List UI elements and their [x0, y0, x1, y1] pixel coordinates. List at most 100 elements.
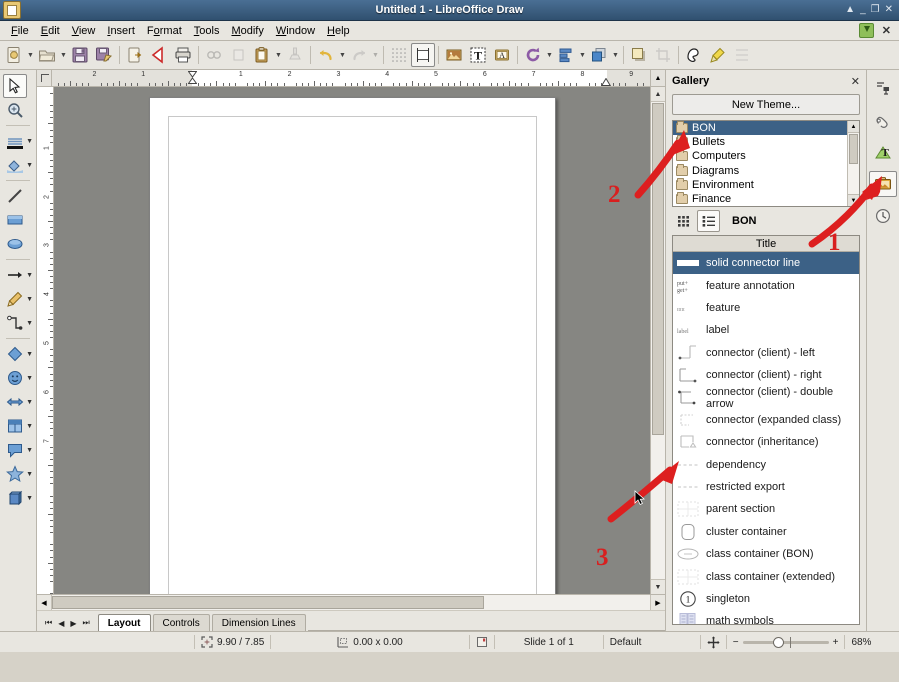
gallery-icon-view-button[interactable] — [672, 210, 695, 232]
theme-scroll-thumb[interactable] — [849, 134, 858, 164]
gallery-item-row[interactable]: class container (BON) — [673, 543, 859, 565]
navigator-icon[interactable] — [869, 75, 897, 101]
export-directly-pdf-button[interactable] — [147, 43, 171, 67]
align-objects-button[interactable] — [554, 43, 578, 67]
export-pdf-button[interactable] — [123, 43, 147, 67]
scroll-left-button[interactable]: ◀ — [37, 595, 52, 610]
minimize-window-button[interactable]: _ — [860, 5, 866, 15]
3d-objects-tool[interactable]: ▼ — [1, 486, 35, 510]
insert-special-character-button[interactable]: A — [490, 43, 514, 67]
save-button[interactable] — [68, 43, 92, 67]
menu-format[interactable]: Format — [141, 23, 188, 39]
paste-button[interactable] — [250, 43, 274, 67]
menu-tools[interactable]: Tools — [188, 23, 226, 39]
shadow-button[interactable] — [627, 43, 651, 67]
shade-window-button[interactable]: ▲ — [845, 5, 855, 15]
gallery-item-row[interactable]: connector (client) - right — [673, 364, 859, 386]
vertical-ruler[interactable]: 1 2 3 4 5 6 7 — [37, 87, 54, 594]
zoom-slider[interactable]: − + — [727, 636, 845, 648]
canvas-scroll-up-button[interactable]: ▲ — [650, 70, 665, 86]
scroll-right-button[interactable]: ▶ — [650, 595, 665, 610]
gallery-item-row[interactable]: connector (inheritance) — [673, 431, 859, 453]
zoom-tool[interactable] — [1, 98, 35, 122]
canvas[interactable] — [54, 87, 650, 594]
close-document-button[interactable]: ✕ — [882, 24, 891, 37]
rectangle-tool[interactable] — [1, 208, 35, 232]
gallery-item-row[interactable]: connector (client) - double arrow — [673, 386, 859, 410]
layer-tab-dimension-lines[interactable]: Dimension Lines — [211, 614, 306, 631]
highlight-button[interactable] — [706, 43, 730, 67]
gallery-item-row[interactable]: put+ get+ feature annotation — [673, 274, 859, 296]
gallery-list-view-button[interactable] — [697, 210, 720, 232]
basic-shapes-tool[interactable]: ▼ — [1, 342, 35, 366]
gallery-item-row[interactable]: math symbols — [673, 610, 859, 624]
print-button[interactable] — [171, 43, 195, 67]
gallery-theme-item[interactable]: Bullets — [673, 135, 847, 149]
gallery-item-row[interactable]: connector (expanded class) — [673, 409, 859, 431]
maximize-window-button[interactable]: ❐ — [871, 5, 880, 15]
gallery-icon[interactable] — [869, 171, 897, 197]
new-document-button[interactable] — [2, 43, 26, 67]
stars-tool[interactable]: ▼ — [1, 462, 35, 486]
insert-text-box-button[interactable]: T — [466, 43, 490, 67]
line-color-tool[interactable]: ▼ — [1, 129, 35, 153]
vertical-scroll-track[interactable] — [651, 102, 665, 579]
download-update-icon[interactable] — [858, 23, 874, 38]
shapes-icon[interactable] — [869, 107, 897, 133]
clock-icon[interactable] — [869, 203, 897, 229]
gallery-theme-item[interactable]: Computers — [673, 149, 847, 163]
layer-first-button[interactable]: ⏮ — [45, 618, 52, 628]
open-document-button[interactable] — [35, 43, 59, 67]
fill-color-tool[interactable]: ▼ — [1, 153, 35, 177]
menu-file[interactable]: File — [5, 23, 35, 39]
rotate-dropdown[interactable]: ▼ — [545, 44, 554, 66]
gallery-item-row[interactable]: parent section — [673, 498, 859, 520]
menu-view[interactable]: View — [66, 23, 102, 39]
undo-dropdown[interactable]: ▼ — [338, 44, 347, 66]
gallery-item-list[interactable]: Title solid connector line put+ get+ featur… — [672, 235, 860, 625]
gallery-theme-item[interactable]: Environment — [673, 177, 847, 192]
gallery-item-row[interactable]: restricted export — [673, 476, 859, 498]
lines-and-arrows-tool[interactable]: ▼ — [1, 263, 35, 287]
gallery-item-row[interactable]: connector (client) - left — [673, 342, 859, 364]
theme-list-scrollbar[interactable]: ▲ ▼ — [847, 121, 859, 206]
theme-scroll-track[interactable] — [848, 133, 859, 194]
layer-tab-controls[interactable]: Controls — [152, 614, 210, 631]
open-document-dropdown[interactable]: ▼ — [59, 44, 68, 66]
gallery-item-row[interactable]: label label — [673, 319, 859, 341]
vertical-scroll-thumb[interactable] — [652, 103, 664, 435]
scroll-down-button[interactable]: ▼ — [651, 579, 665, 594]
rotate-button[interactable] — [521, 43, 545, 67]
filter-button[interactable] — [682, 43, 706, 67]
horizontal-ruler[interactable]: 2 1 1 2 3 4 5 6 7 8 9 ▲ — [37, 70, 665, 87]
zoom-track[interactable] — [742, 636, 829, 648]
paste-dropdown[interactable]: ▼ — [274, 44, 283, 66]
new-theme-button[interactable]: New Theme... — [672, 94, 860, 115]
new-document-dropdown[interactable]: ▼ — [26, 44, 35, 66]
callout-shapes-tool[interactable]: ▼ — [1, 438, 35, 462]
zoom-out-button[interactable]: − — [733, 637, 739, 648]
gallery-theme-item[interactable]: Diagrams — [673, 163, 847, 178]
page-style-field[interactable]: Default — [604, 632, 700, 652]
gallery-theme-item[interactable]: Finance — [673, 191, 847, 206]
select-tool[interactable] — [1, 74, 35, 98]
fontwork-icon[interactable]: T — [869, 139, 897, 165]
close-window-button[interactable]: ✕ — [885, 5, 893, 15]
save-state-icon[interactable] — [470, 632, 494, 652]
gallery-close-button[interactable]: ✕ — [849, 75, 862, 88]
menu-window[interactable]: Window — [270, 23, 321, 39]
line-tool[interactable] — [1, 184, 35, 208]
zoom-level-label[interactable]: 68% — [845, 632, 877, 652]
arrange-dropdown[interactable]: ▼ — [611, 44, 620, 66]
scroll-up-button[interactable]: ▲ — [651, 87, 665, 102]
vertical-scrollbar[interactable]: ▲ ▼ — [650, 87, 665, 594]
horizontal-scrollbar[interactable]: ◀ ▶ — [37, 594, 665, 610]
menu-edit[interactable]: Edit — [35, 23, 66, 39]
gallery-item-row[interactable]: 1 singleton — [673, 588, 859, 610]
align-objects-dropdown[interactable]: ▼ — [578, 44, 587, 66]
layer-nav-buttons[interactable]: ⏮ ◀ ▶ ⏭ — [41, 618, 98, 631]
ruler-corner-button[interactable] — [37, 70, 52, 86]
gallery-item-row[interactable]: ttttt feature — [673, 297, 859, 319]
symbol-shapes-tool[interactable]: ▼ — [1, 366, 35, 390]
fit-page-icon[interactable] — [701, 632, 726, 652]
